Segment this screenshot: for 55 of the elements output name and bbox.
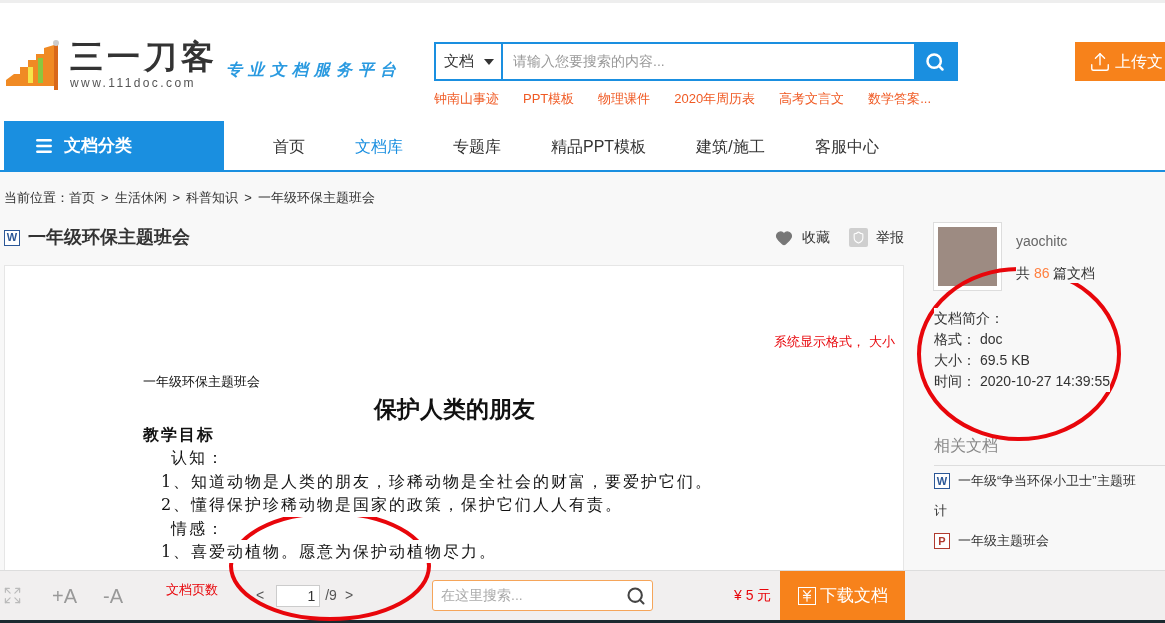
breadcrumb-separator: > xyxy=(172,189,181,208)
nav-link[interactable]: 首页 xyxy=(273,135,305,159)
hot-search-link[interactable]: 物理课件 xyxy=(598,89,651,109)
previous-page-button[interactable]: < xyxy=(256,585,265,606)
hot-search-link[interactable]: 2020年周历表 xyxy=(674,89,756,109)
logo-name: 三一刀客 xyxy=(70,39,218,75)
related-docs-heading: 相关文档 xyxy=(934,437,998,454)
caret-icon xyxy=(483,58,494,65)
document-search-box[interactable]: 在这里搜索... xyxy=(432,580,654,611)
price-text: ¥ 5 元 xyxy=(734,586,772,605)
document-header-text: 一年级环保主题班会 xyxy=(143,373,260,391)
next-page-button[interactable]: > xyxy=(344,585,354,606)
favorite-button[interactable]: 收藏 xyxy=(774,227,830,248)
search-icon xyxy=(626,585,647,606)
breadcrumb-separator: > xyxy=(244,189,252,208)
info-row: 时间： 2020-10-27 14:39:55 xyxy=(934,371,1110,392)
breadcrumb-link[interactable]: 科普知识 xyxy=(186,188,239,208)
hot-search-link[interactable]: 数学答案... xyxy=(868,89,932,109)
file-type-badge: W xyxy=(4,229,20,246)
logo-domain: www.111doc.com xyxy=(70,76,197,90)
file-type-badge: P xyxy=(934,533,950,549)
search-icon xyxy=(925,51,945,72)
heart-icon xyxy=(774,228,794,247)
breadcrumb-link[interactable]: 首页 xyxy=(69,188,95,208)
document-heading: 保护人类的朋友 xyxy=(373,395,535,423)
report-button[interactable]: 举报 xyxy=(849,227,904,248)
uploader-name[interactable]: yaochitc xyxy=(1016,231,1068,251)
file-type-badge: W xyxy=(934,473,950,489)
annotation-text: 系统显示格式， 大小 xyxy=(774,333,895,351)
search-button[interactable] xyxy=(914,44,956,79)
related-doc-link[interactable]: P 一年级主题班会 xyxy=(934,526,1165,556)
tagline: 专业文档服务平台 xyxy=(226,60,402,80)
nav-link[interactable]: 精品PPT模板 xyxy=(551,135,647,159)
nav-link[interactable]: 文档库 xyxy=(355,135,403,159)
breadcrumb-label: 当前位置： xyxy=(4,189,69,208)
hot-search-link[interactable]: 钟南山事迹 xyxy=(434,89,499,109)
breadcrumb-link[interactable]: 生活休闲 xyxy=(114,188,167,208)
document-title: 一年级环保主题班会 xyxy=(28,226,190,249)
related-doc-link[interactable]: W 一年级“争当环保小卫士”主题班 计 xyxy=(934,466,1165,526)
shield-icon xyxy=(849,228,868,247)
nav-link[interactable]: 建筑/施工 xyxy=(696,135,765,159)
upload-icon xyxy=(1089,50,1111,73)
annotation-text: 文档页数 xyxy=(166,580,219,599)
page-total: /9 xyxy=(325,586,337,605)
photo-placeholder xyxy=(934,223,1001,290)
hot-search-link[interactable]: PPT模板 xyxy=(523,89,575,109)
breadcrumb-separator: > xyxy=(101,189,109,208)
search-bar[interactable]: 文档 请输入您要搜索的内容... xyxy=(434,42,958,81)
uploader-doc-count: 共 86 篇文档 xyxy=(1016,263,1096,283)
page-number-field[interactable]: 1 xyxy=(276,584,321,607)
nav-link[interactable]: 专题库 xyxy=(453,135,501,159)
yen-icon xyxy=(797,586,816,605)
breadcrumb-link[interactable]: 一年级环保主题班会 xyxy=(257,188,375,208)
hot-search-link[interactable]: 高考文言文 xyxy=(779,89,845,109)
nav-link[interactable]: 客服中心 xyxy=(814,135,879,159)
